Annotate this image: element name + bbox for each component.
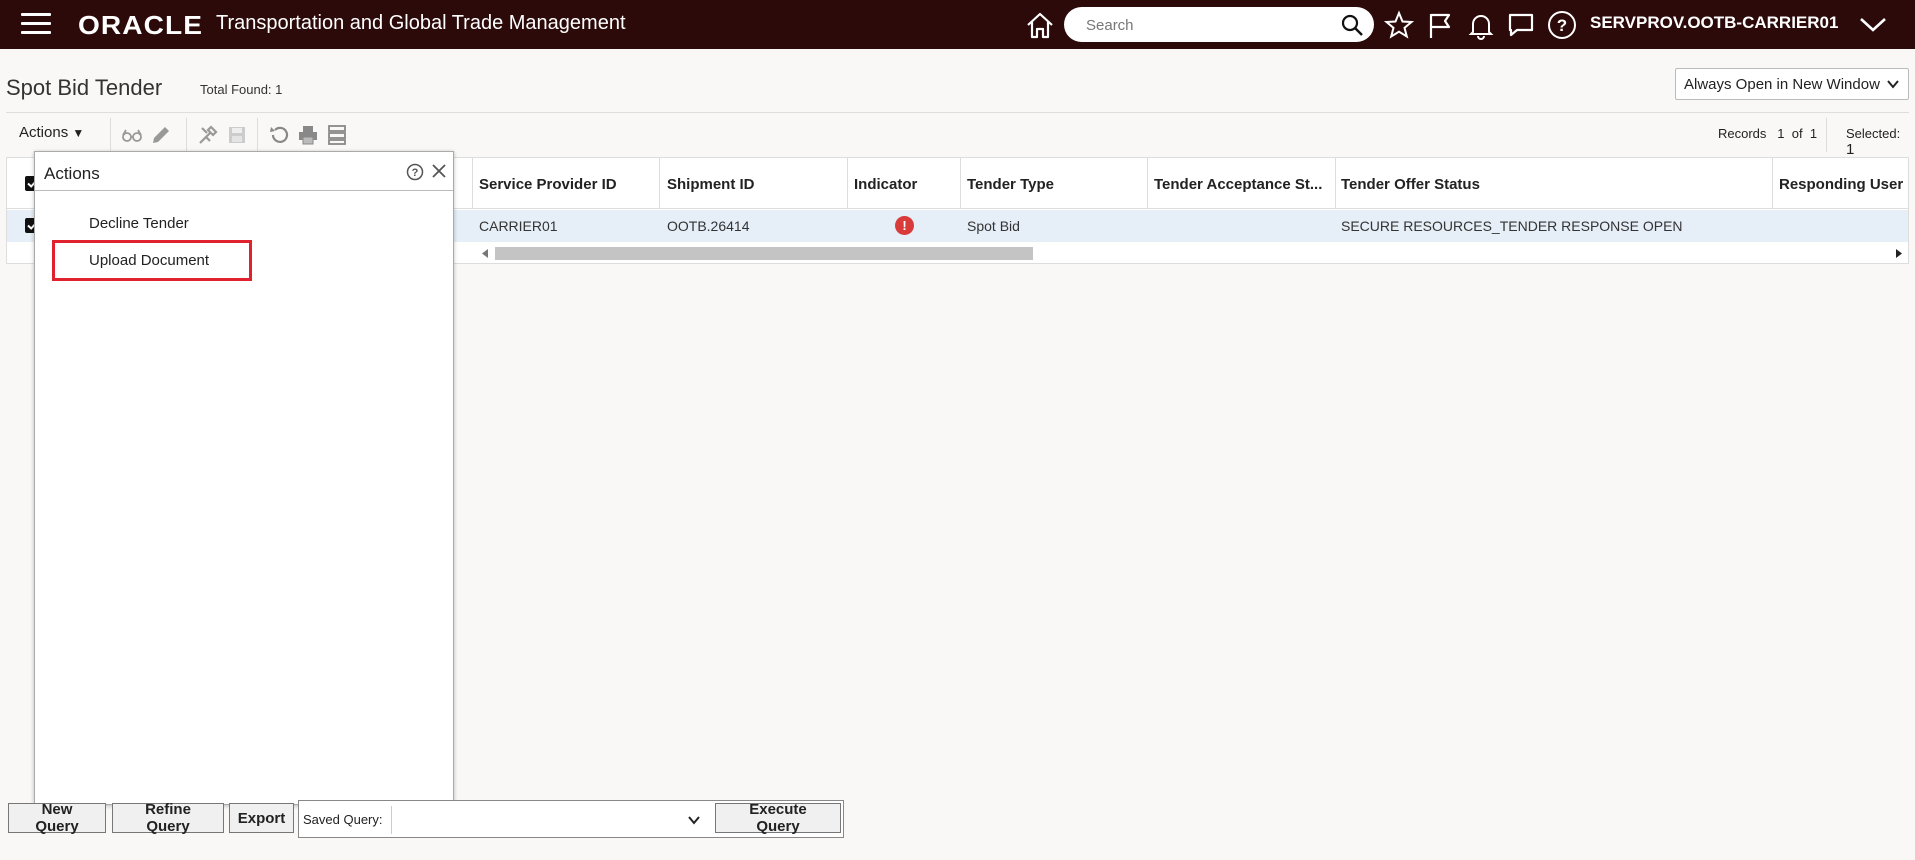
tools-icon[interactable] <box>196 123 220 147</box>
action-upload-document[interactable]: Upload Document <box>89 252 209 269</box>
records-total: 1 <box>1809 126 1818 141</box>
alert-indicator-icon: ! <box>895 216 914 235</box>
oracle-logo: ORACLE <box>78 10 204 40</box>
column-header-service-provider-id[interactable]: Service Provider ID <box>479 176 617 193</box>
scroll-right-icon[interactable] <box>1895 249 1903 258</box>
refine-query-button[interactable]: Refine Query <box>112 801 224 835</box>
selected-label: Selected: <box>1846 126 1901 141</box>
toolbar-divider <box>257 118 258 152</box>
caret-down-icon: ▼ <box>72 126 85 140</box>
save-icon[interactable] <box>225 123 249 147</box>
page-title: Spot Bid Tender <box>6 75 163 100</box>
edit-icon[interactable] <box>149 123 173 147</box>
menu-icon[interactable] <box>21 13 51 35</box>
saved-query-select[interactable] <box>391 806 707 834</box>
selected-value: 1 <box>1846 141 1855 158</box>
flag-icon[interactable] <box>1424 9 1456 41</box>
search-icon[interactable] <box>1340 13 1364 37</box>
cell-service-provider-id: CARRIER01 <box>479 218 558 234</box>
chevron-down-icon <box>688 816 700 825</box>
layout-icon[interactable] <box>325 123 349 147</box>
column-separator <box>847 158 848 209</box>
chevron-down-icon <box>1887 80 1899 89</box>
user-name[interactable]: SERVPROV.OOTB-CARRIER01 <box>1590 13 1838 33</box>
total-found-value: 1 <box>275 82 283 97</box>
column-header-shipment-id[interactable]: Shipment ID <box>667 176 755 193</box>
search-input[interactable] <box>1084 14 1324 36</box>
column-header-responding-user[interactable]: Responding User <box>1779 176 1903 193</box>
open-mode-value: Always Open in New Window <box>1684 76 1880 93</box>
cell-tender-type: Spot Bid <box>967 218 1020 234</box>
column-separator <box>1335 158 1336 209</box>
view-icon[interactable] <box>120 123 144 147</box>
total-found: Total Found: 1 <box>200 82 282 97</box>
column-header-tender-offer-status[interactable]: Tender Offer Status <box>1341 176 1480 193</box>
saved-query-label: Saved Query: <box>303 812 383 827</box>
selected-count: Selected: 1 <box>1846 126 1909 158</box>
toolbar-divider <box>186 118 187 152</box>
column-header-tender-type[interactable]: Tender Type <box>967 176 1054 193</box>
close-icon[interactable] <box>431 163 447 179</box>
divider <box>35 190 453 191</box>
records-of: of <box>1791 126 1803 141</box>
cell-tender-offer-status: SECURE RESOURCES_TENDER RESPONSE OPEN <box>1341 218 1683 234</box>
export-button[interactable]: Export <box>229 803 294 833</box>
chat-icon[interactable] <box>1505 9 1537 41</box>
execute-query-button[interactable]: Execute Query <box>715 801 841 835</box>
toolbar-divider <box>110 118 111 152</box>
help-icon[interactable]: ? <box>1546 9 1578 41</box>
global-search[interactable] <box>1064 7 1374 42</box>
cell-shipment-id[interactable]: OOTB.26414 <box>667 218 750 234</box>
toolbar-divider <box>1826 118 1827 152</box>
open-mode-select[interactable]: Always Open in New Window <box>1675 68 1909 100</box>
grid-toolbar: Actions ▼ Records 1 of 1 Selected: 1 <box>6 118 1909 158</box>
records-count: Records 1 of 1 <box>1718 126 1817 141</box>
actions-popup-title: Actions <box>44 164 100 183</box>
column-header-indicator[interactable]: Indicator <box>854 176 917 193</box>
notification-icon[interactable] <box>1465 9 1497 41</box>
help-icon[interactable]: ? <box>406 163 424 181</box>
favorites-icon[interactable] <box>1383 9 1415 41</box>
column-header-tender-acceptance-status[interactable]: Tender Acceptance St... <box>1154 176 1322 193</box>
action-decline-tender[interactable]: Decline Tender <box>89 215 189 232</box>
records-current: 1 <box>1777 126 1785 141</box>
app-header: ORACLE Transportation and Global Trade M… <box>0 0 1915 49</box>
divider <box>6 112 1909 113</box>
records-label: Records <box>1718 126 1767 141</box>
column-separator <box>1147 158 1148 209</box>
column-separator <box>659 158 660 209</box>
new-query-button[interactable]: New Query <box>8 801 106 835</box>
scroll-left-icon[interactable] <box>481 249 489 258</box>
actions-menu-button[interactable]: Actions ▼ <box>19 124 84 141</box>
svg-text:?: ? <box>412 167 419 179</box>
scrollbar-thumb[interactable] <box>495 247 1033 260</box>
actions-label: Actions <box>19 124 69 141</box>
print-icon[interactable] <box>296 123 320 147</box>
app-title: Transportation and Global Trade Manageme… <box>216 12 626 34</box>
total-found-label: Total Found: <box>200 82 272 97</box>
refresh-icon[interactable] <box>267 123 291 147</box>
svg-text:?: ? <box>1557 16 1567 35</box>
horizontal-scrollbar[interactable] <box>477 246 1907 260</box>
column-separator <box>472 158 473 209</box>
chevron-down-icon[interactable] <box>1857 9 1889 41</box>
column-separator <box>1772 158 1773 209</box>
home-icon[interactable] <box>1024 9 1056 41</box>
actions-popup: Actions ? Decline Tender Upload Document <box>34 151 454 805</box>
column-separator <box>960 158 961 209</box>
